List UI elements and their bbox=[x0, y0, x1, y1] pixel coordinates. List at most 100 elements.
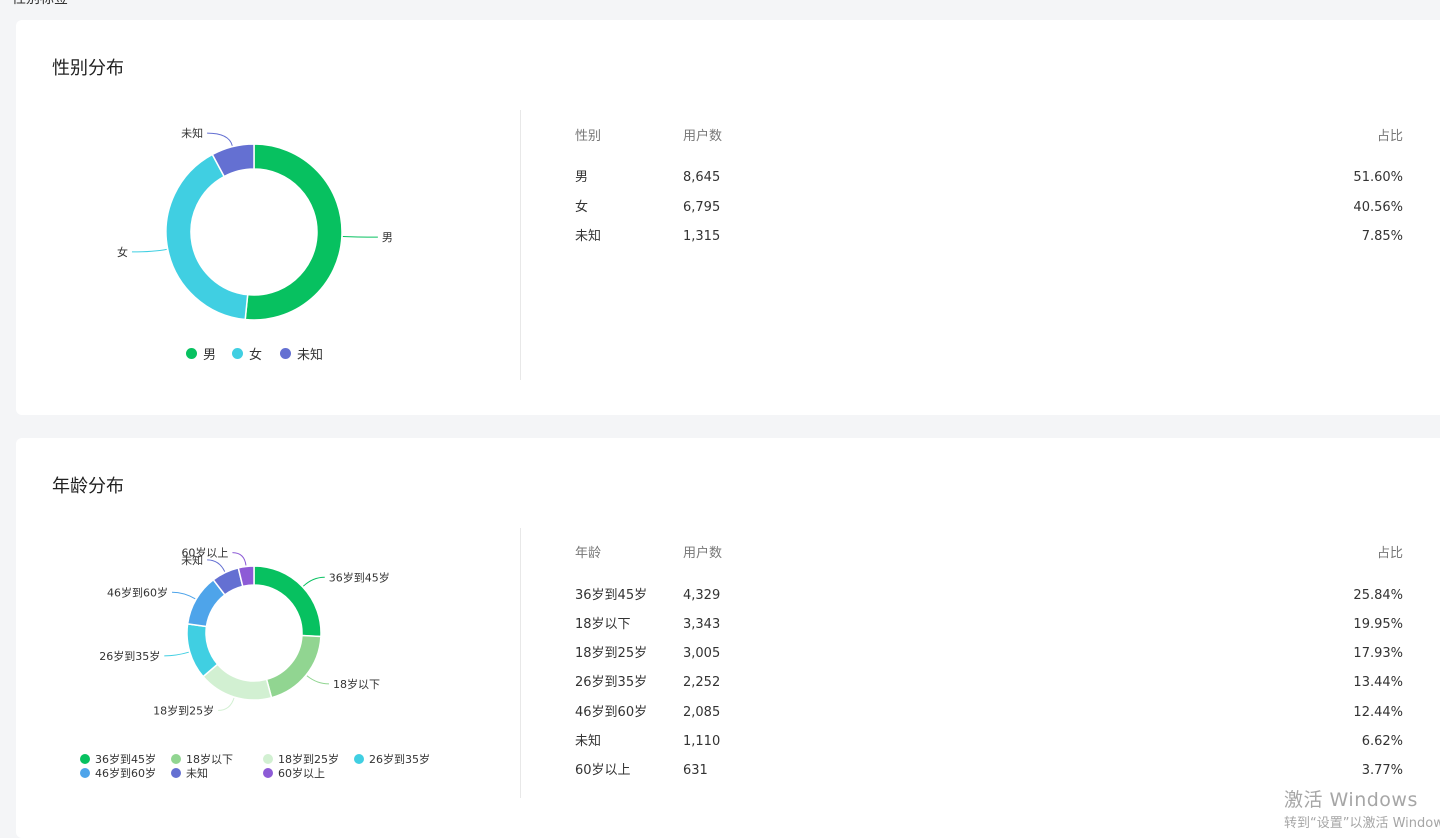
age-donut-chart: 36岁到45岁18岁以下18岁到25岁26岁到35岁46岁到60岁未知60岁以上 bbox=[99, 546, 390, 718]
donut-slice[interactable] bbox=[265, 634, 322, 699]
slice-label: 36岁到45岁 bbox=[329, 570, 390, 584]
legend-dot bbox=[171, 754, 181, 764]
label-leader-line bbox=[164, 651, 189, 657]
legend-dot bbox=[171, 768, 181, 778]
row-label: 男 bbox=[575, 170, 589, 185]
row-percent: 17.93% bbox=[1353, 646, 1403, 661]
row-count: 631 bbox=[683, 763, 708, 778]
table-row: 36岁到45岁 4,329 25.84% bbox=[575, 587, 1403, 605]
row-label: 18岁到25岁 bbox=[575, 646, 648, 661]
table-row: 60岁以上 631 3.77% bbox=[575, 762, 1403, 780]
slice-label: 未知 bbox=[181, 126, 203, 140]
windows-activation-watermark: 激活 Windows 转到“设置”以激活 Windows bbox=[1284, 785, 1440, 831]
row-count: 3,343 bbox=[683, 617, 721, 632]
row-label: 未知 bbox=[575, 734, 602, 749]
row-count: 3,005 bbox=[683, 646, 721, 661]
header-age: 年龄 bbox=[575, 546, 602, 561]
legend-item-unknown[interactable]: 未知 bbox=[280, 344, 323, 363]
row-label: 18岁以下 bbox=[575, 617, 631, 632]
gender-distribution-card: 性别分布 男女未知 男 女 未知 性别 用户数 占比 男 8,645 51.60… bbox=[16, 20, 1440, 415]
legend-item-46-60[interactable]: 46岁到60岁 bbox=[80, 765, 156, 781]
label-leader-line bbox=[131, 248, 167, 253]
donut-slice[interactable] bbox=[165, 153, 249, 321]
row-percent: 3.77% bbox=[1361, 763, 1403, 778]
legend-item-male[interactable]: 男 bbox=[186, 344, 216, 363]
table-row: 男 8,645 51.60% bbox=[575, 169, 1403, 187]
header-users: 用户数 bbox=[683, 546, 723, 561]
row-count: 1,110 bbox=[683, 734, 721, 749]
legend-dot bbox=[80, 768, 90, 778]
legend-dot-unknown bbox=[280, 348, 291, 359]
table-header: 性别 用户数 占比 bbox=[575, 128, 1403, 146]
row-label: 36岁到45岁 bbox=[575, 588, 648, 603]
watermark-line1: 激活 Windows bbox=[1284, 789, 1418, 811]
legend-item-26-35[interactable]: 26岁到35岁 bbox=[354, 751, 430, 767]
label-leader-line bbox=[232, 552, 247, 566]
slice-label: 18岁以下 bbox=[333, 677, 380, 691]
age-distribution-card: 年龄分布 36岁到45岁 18岁以下 18岁到25岁 26岁到35岁 46岁到60岁 未知… bbox=[16, 438, 1440, 838]
row-count: 1,315 bbox=[683, 229, 721, 244]
table-header: 年龄 用户数 占比 bbox=[575, 545, 1403, 563]
legend-label: 26岁到35岁 bbox=[369, 753, 430, 766]
row-label: 女 bbox=[575, 200, 589, 215]
legend-item-unknown[interactable]: 未知 bbox=[171, 765, 208, 781]
row-label: 46岁到60岁 bbox=[575, 705, 648, 720]
watermark-line2: 转到“设置”以激活 Windows bbox=[1284, 816, 1440, 831]
row-label: 26岁到35岁 bbox=[575, 675, 648, 690]
donut-slice[interactable] bbox=[202, 663, 273, 701]
header-gender: 性别 bbox=[575, 129, 602, 144]
row-count: 2,085 bbox=[683, 705, 721, 720]
donut-slice[interactable] bbox=[253, 565, 322, 638]
donut-slice[interactable] bbox=[244, 143, 343, 321]
label-leader-line bbox=[306, 675, 330, 685]
table-row: 46岁到60岁 2,085 12.44% bbox=[575, 704, 1403, 722]
gender-donut-chart: 男女 未知 bbox=[117, 126, 393, 321]
slice-label: 46岁到60岁 bbox=[107, 585, 168, 599]
row-label: 未知 bbox=[575, 229, 602, 244]
row-percent: 6.62% bbox=[1361, 734, 1403, 749]
slice-label: 女 bbox=[117, 245, 128, 259]
table-row: 18岁到25岁 3,005 17.93% bbox=[575, 645, 1403, 663]
legend-dot bbox=[263, 768, 273, 778]
legend-dot-female bbox=[232, 348, 243, 359]
label-leader-line bbox=[207, 132, 233, 146]
row-percent: 25.84% bbox=[1353, 588, 1403, 603]
legend-label-male: 男 bbox=[203, 348, 217, 363]
header-ratio: 占比 bbox=[1376, 546, 1403, 561]
table-row: 26岁到35岁 2,252 13.44% bbox=[575, 674, 1403, 692]
slice-label: 男 bbox=[382, 231, 393, 244]
legend-item-female[interactable]: 女 bbox=[232, 344, 262, 363]
slice-label: 26岁到35岁 bbox=[99, 649, 160, 663]
legend-label-unknown: 未知 bbox=[297, 348, 324, 363]
label-leader-line bbox=[302, 576, 325, 587]
label-leader-line bbox=[342, 235, 378, 238]
legend-item-over-60[interactable]: 60岁以上 bbox=[263, 765, 325, 781]
table-row: 未知 1,110 6.62% bbox=[575, 733, 1403, 751]
table-row: 女 6,795 40.56% bbox=[575, 199, 1403, 217]
label-leader-line bbox=[171, 591, 196, 600]
legend-dot bbox=[80, 754, 90, 764]
row-percent: 12.44% bbox=[1353, 705, 1403, 720]
section-divider bbox=[520, 528, 521, 798]
row-count: 4,329 bbox=[683, 588, 721, 603]
label-leader-line bbox=[207, 559, 226, 572]
legend-dot bbox=[263, 754, 273, 764]
row-count: 6,795 bbox=[683, 200, 721, 215]
table-row: 未知 1,315 7.85% bbox=[575, 228, 1403, 246]
slice-label: 60岁以上 bbox=[181, 546, 228, 560]
header-users: 用户数 bbox=[683, 129, 723, 144]
legend-label-female: 女 bbox=[249, 348, 263, 363]
donut-slice[interactable] bbox=[186, 623, 219, 678]
row-percent: 19.95% bbox=[1353, 617, 1403, 632]
legend-label: 46岁到60岁 bbox=[95, 767, 156, 780]
row-percent: 51.60% bbox=[1353, 170, 1403, 185]
row-count: 8,645 bbox=[683, 170, 721, 185]
slice-label: 18岁到25岁 bbox=[153, 703, 214, 717]
header-ratio: 占比 bbox=[1376, 129, 1403, 144]
table-row: 18岁以下 3,343 19.95% bbox=[575, 616, 1403, 634]
legend-label: 未知 bbox=[186, 767, 208, 780]
label-leader-line bbox=[218, 697, 235, 711]
legend-label: 60岁以上 bbox=[278, 767, 325, 780]
row-percent: 13.44% bbox=[1353, 675, 1403, 690]
row-label: 60岁以上 bbox=[575, 763, 631, 778]
